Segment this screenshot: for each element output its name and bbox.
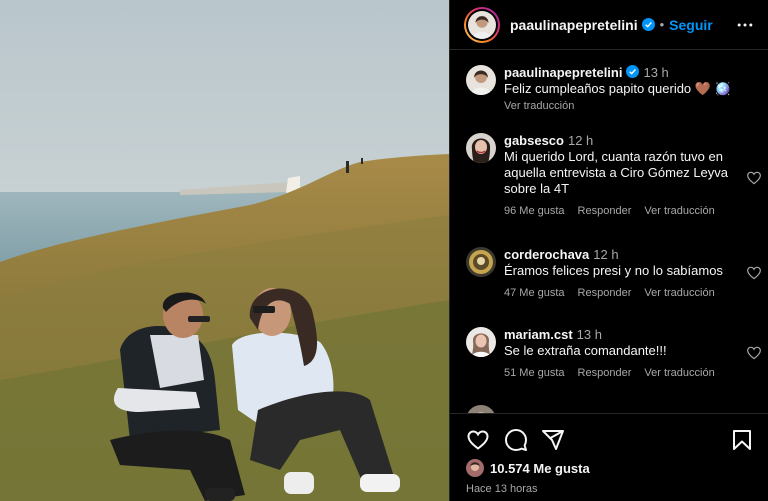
reply-button[interactable]: Responder [578,285,632,301]
heart-icon[interactable] [466,428,490,452]
caption-translate-link[interactable]: Ver traducción [504,98,740,114]
caption-username[interactable]: paaulinapepretelini [504,65,622,80]
comment-like-heart-icon[interactable] [746,345,762,361]
header-username[interactable]: paaulinapepretelini [510,17,638,33]
comment-username[interactable]: mariam.cst [504,327,573,342]
more-options-icon[interactable] [735,15,755,35]
caption-avatar[interactable] [466,65,496,95]
reply-button[interactable]: Responder [578,203,632,219]
comment-likes[interactable]: 47 Me gusta [504,285,565,301]
comment-username[interactable]: corderochava [504,247,589,262]
comment-text: Se le extraña comandante!!! [504,343,667,358]
comment-time[interactable]: 13 h [577,327,602,342]
post-header: paaulinapepretelini • Seguir [450,0,768,50]
photo-couple-on-cliff [0,0,449,501]
header-avatar[interactable] [464,6,500,43]
post-side-panel: paaulinapepretelini • Seguir paaulinapep… [449,0,768,501]
likes-summary[interactable]: 10.574 Me gusta [466,459,590,477]
comment-icon[interactable] [504,428,528,452]
comment-time[interactable]: 12 h [568,133,593,148]
caption-time[interactable]: 13 h [643,65,668,80]
verified-badge-icon [641,18,655,31]
liker-avatar [466,459,484,477]
translate-link[interactable]: Ver traducción [644,365,714,381]
comment-likes[interactable]: 96 Me gusta [504,203,565,219]
header-separator: • [659,17,665,32]
comment-time[interactable]: 12 h [593,247,618,262]
comment-likes[interactable]: 51 Me gusta [504,365,565,381]
translate-link[interactable]: Ver traducción [644,285,714,301]
translate-link[interactable]: Ver traducción [644,203,714,219]
post-photo[interactable] [0,0,449,501]
comment-like-heart-icon[interactable] [746,265,762,281]
follow-button[interactable]: Seguir [669,17,713,33]
comment-like-heart-icon[interactable] [746,170,762,186]
caption-text: Feliz cumpleaños papito querido 🤎 🪩 [504,81,731,96]
reply-button[interactable]: Responder [578,365,632,381]
share-icon[interactable] [541,428,565,452]
comment-text: Éramos felices presi y no lo sabíamos [504,263,723,278]
comments-list[interactable]: paaulinapepretelini 13 h Feliz cumpleaños… [450,51,768,413]
post-time-ago[interactable]: Hace 13 horas [466,483,538,495]
post-actions: 10.574 Me gusta Hace 13 horas [450,413,768,501]
comment-avatar[interactable] [466,133,496,163]
comment-avatar[interactable] [466,247,496,277]
bookmark-icon[interactable] [730,428,754,452]
comment-avatar[interactable] [466,405,496,413]
comment-username[interactable]: gabsesco [504,133,564,148]
comment-text: Mi querido Lord, cuanta razón tuvo en aq… [504,149,729,196]
comment-avatar[interactable] [466,327,496,357]
likes-count[interactable]: 10.574 Me gusta [490,461,590,476]
verified-badge-icon [626,65,640,78]
